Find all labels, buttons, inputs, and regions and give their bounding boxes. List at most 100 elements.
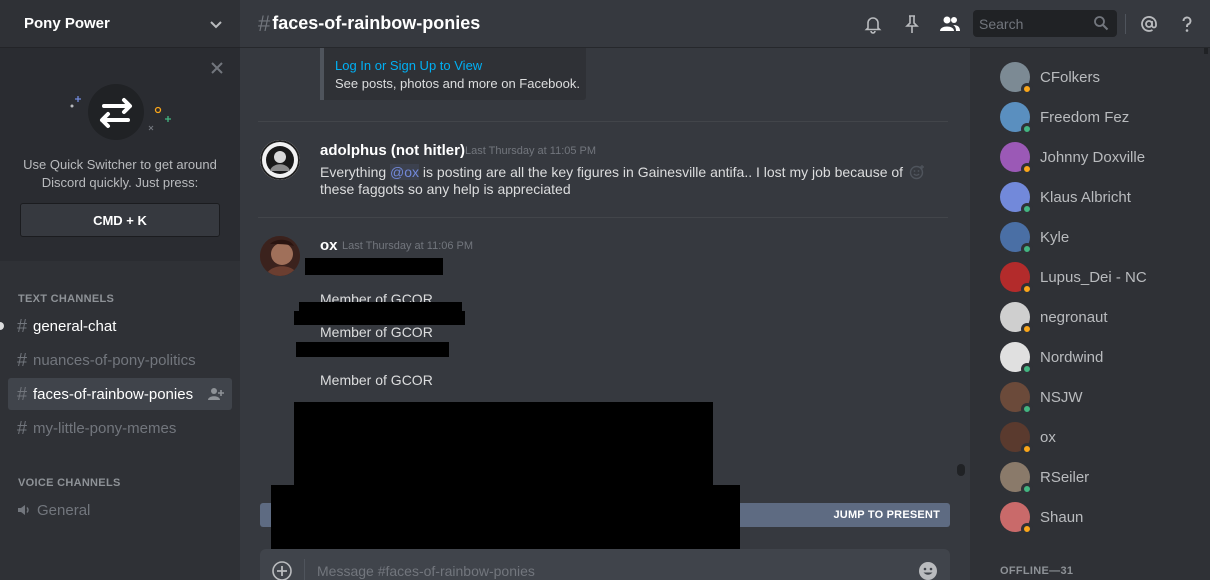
channel-label: nuances-of-pony-politics — [33, 351, 196, 369]
server-header[interactable]: Pony Power — [0, 0, 240, 48]
channel-general-chat[interactable]: # general-chat — [0, 310, 232, 342]
member-item[interactable]: Lupus_Dei - NC — [1000, 259, 1200, 295]
avatar[interactable] — [260, 236, 300, 276]
jump-to-present-label[interactable]: JUMP TO PRESENT — [833, 509, 940, 521]
channel-nuances-of-pony-politics[interactable]: # nuances-of-pony-politics — [8, 344, 232, 376]
member-item[interactable]: CFolkers — [1000, 59, 1200, 95]
upload-plus-icon[interactable] — [272, 561, 292, 580]
channel-label: General — [37, 501, 91, 519]
member-name: RSeiler — [1040, 468, 1090, 486]
status-online-indicator — [1021, 123, 1033, 135]
member-name: Lupus_Dei - NC — [1040, 268, 1147, 286]
redaction-bar — [294, 402, 713, 492]
hash-icon: # — [17, 383, 28, 404]
scrollbar-thumb[interactable] — [1204, 48, 1208, 54]
member-item[interactable]: Johnny Doxville — [1000, 139, 1200, 175]
search-placeholder: Search — [979, 15, 1024, 32]
channel-my-little-pony-memes[interactable]: # my-little-pony-memes — [8, 412, 232, 444]
text-channels-category[interactable]: TEXT CHANNELS — [18, 293, 114, 305]
quick-switcher-tip: Use Quick Switcher to get around Discord… — [0, 48, 240, 261]
hash-icon: # — [17, 417, 28, 438]
status-idle-indicator — [1021, 83, 1033, 95]
hash-icon: # — [258, 10, 271, 36]
close-icon[interactable] — [210, 61, 224, 75]
member-item[interactable]: ox — [1000, 419, 1200, 455]
emoji-icon[interactable] — [918, 561, 938, 580]
search-icon[interactable] — [1093, 15, 1109, 31]
avatar — [1000, 302, 1033, 335]
member-name: Nordwind — [1040, 348, 1104, 366]
member-name: Freedom Fez — [1040, 108, 1130, 126]
voice-channel-general[interactable]: General — [8, 494, 232, 526]
add-member-icon[interactable] — [208, 387, 224, 401]
status-online-indicator — [1021, 363, 1033, 375]
member-name: Klaus Albricht — [1040, 188, 1131, 206]
bell-icon[interactable] — [863, 14, 883, 34]
message-author[interactable]: adolphus (not hitler) — [320, 142, 465, 159]
channel-sidebar: Pony Power Use Quick Switcher to get aro… — [0, 0, 240, 580]
message-composer[interactable]: Message #faces-of-rainbow-ponies — [260, 549, 950, 580]
redaction-bar — [305, 258, 443, 275]
pin-icon[interactable] — [902, 14, 922, 34]
embed-link[interactable]: Log In or Sign Up to View — [335, 58, 586, 73]
message-list[interactable]: Log In or Sign Up to View See posts, pho… — [240, 48, 970, 580]
member-item[interactable]: negronaut — [1000, 299, 1200, 335]
channel-label: faces-of-rainbow-ponies — [33, 385, 194, 403]
status-online-indicator — [1021, 403, 1033, 415]
message-timestamp: Last Thursday at 11:06 PM — [342, 240, 474, 252]
user-mention[interactable]: @ox — [390, 164, 420, 180]
link-embed: Log In or Sign Up to View See posts, pho… — [320, 48, 586, 100]
channel-faces-of-rainbow-ponies[interactable]: # faces-of-rainbow-ponies — [8, 378, 232, 410]
redaction-bar — [294, 311, 465, 325]
member-name: Shaun — [1040, 508, 1084, 526]
member-item[interactable]: RSeiler — [1000, 459, 1200, 495]
members-icon[interactable] — [938, 14, 962, 34]
message-divider — [258, 217, 948, 218]
server-name: Pony Power — [24, 15, 110, 32]
channel-header: # faces-of-rainbow-ponies Search — [240, 0, 1210, 48]
embed-description: See posts, photos and more on Facebook. — [335, 76, 580, 91]
voice-channels-category[interactable]: VOICE CHANNELS — [18, 477, 121, 489]
help-icon[interactable] — [1177, 14, 1197, 34]
avatar — [1000, 382, 1033, 415]
channel-title: faces-of-rainbow-ponies — [272, 13, 481, 33]
member-item[interactable]: Klaus Albricht — [1000, 179, 1200, 215]
status-idle-indicator — [1021, 323, 1033, 335]
scrollbar-thumb[interactable] — [957, 464, 965, 476]
chevron-down-icon[interactable] — [208, 16, 224, 32]
redaction-bar — [296, 342, 449, 357]
status-idle-indicator — [1021, 283, 1033, 295]
member-item[interactable]: Kyle — [1000, 219, 1200, 255]
avatar — [1000, 62, 1033, 95]
status-online-indicator — [1021, 243, 1033, 255]
status-online-indicator — [1021, 203, 1033, 215]
member-list[interactable]: CFolkers Freedom Fez Johnny Doxville Klaus … — [970, 48, 1210, 580]
composer-divider — [304, 559, 305, 580]
message-input-placeholder[interactable]: Message #faces-of-rainbow-ponies — [317, 563, 535, 579]
member-item[interactable]: NSJW — [1000, 379, 1200, 415]
search-input[interactable]: Search — [973, 10, 1117, 37]
member-name: CFolkers — [1040, 68, 1101, 86]
message-author[interactable]: ox — [320, 237, 338, 254]
avatar — [1000, 222, 1033, 255]
member-item[interactable]: Nordwind — [1000, 339, 1200, 375]
message-divider — [258, 121, 948, 122]
mention-icon[interactable] — [1139, 14, 1159, 34]
member-name: Johnny Doxville — [1040, 148, 1146, 166]
avatar — [1000, 142, 1033, 175]
avatar — [1000, 182, 1033, 215]
channel-label: general-chat — [33, 317, 117, 335]
quick-switcher-text: Use Quick Switcher to get around Discord… — [23, 157, 217, 190]
member-name: negronaut — [1040, 308, 1108, 326]
hash-icon: # — [17, 349, 28, 370]
message-content: Everything @ox is posting are all the ke… — [320, 164, 910, 198]
avatar — [1000, 462, 1033, 495]
member-item[interactable]: Freedom Fez — [1000, 99, 1200, 135]
add-reaction-icon[interactable] — [909, 164, 925, 180]
offline-category: OFFLINE—31 — [1000, 565, 1074, 577]
avatar[interactable] — [260, 140, 300, 180]
member-item[interactable]: Shaun — [1000, 499, 1200, 535]
quick-switcher-illustration-icon — [70, 84, 171, 140]
redaction-bar — [271, 485, 740, 559]
avatar — [1000, 502, 1033, 535]
